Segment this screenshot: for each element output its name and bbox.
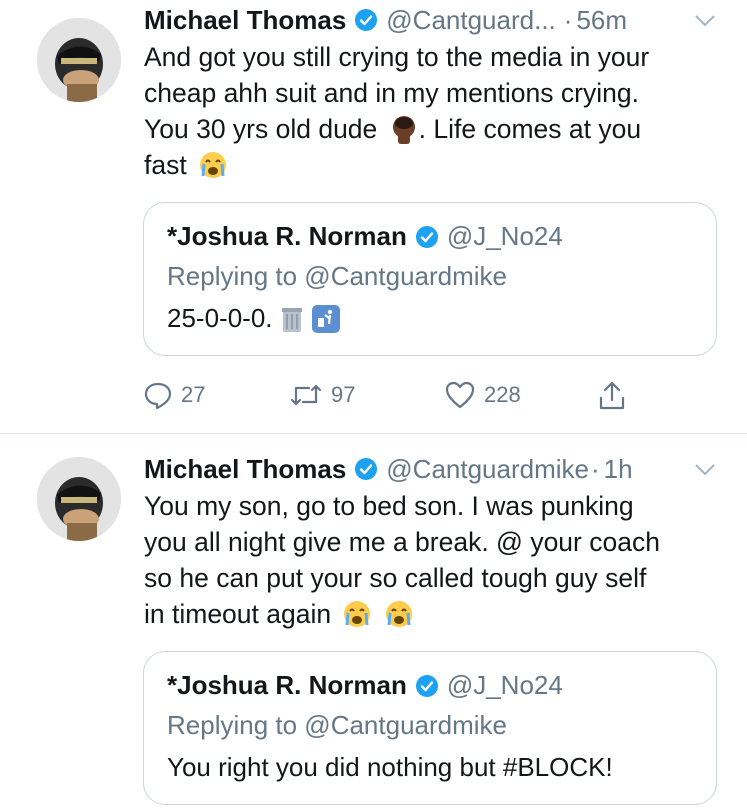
- tweet-text-line: in timeout again: [144, 596, 724, 632]
- replying-to: Replying to @Cantguardmike: [167, 710, 508, 740]
- reply-button[interactable]: 27: [143, 380, 205, 410]
- quoted-tweet[interactable]: *Joshua R. Norman @J_No24 Replying to @C…: [143, 202, 717, 356]
- author-name[interactable]: Michael Thomas: [144, 454, 346, 485]
- verified-badge-icon: [415, 674, 439, 698]
- tweet-text-line: You my son, go to bed son. I was punking: [144, 491, 634, 521]
- tweet-text-line: And got you still crying to the media in…: [144, 42, 650, 72]
- retweet-button[interactable]: 97: [289, 380, 355, 410]
- tweet-text-line: you all night give me a break. @ your co…: [144, 527, 660, 557]
- retweet-icon: [290, 384, 322, 406]
- tweet-text: And got you still crying to the media in…: [144, 39, 724, 183]
- retweet-count: 97: [331, 382, 356, 407]
- tweet-text-line: cheap ahh suit and in my mentions crying…: [144, 78, 639, 108]
- verified-badge-icon: [354, 8, 378, 32]
- verified-badge-icon: [354, 457, 378, 481]
- share-icon: [599, 381, 625, 410]
- separator-dot: ·: [563, 4, 573, 35]
- author-handle[interactable]: @Cantguardmike: [386, 454, 589, 485]
- tweet-text-segment: in timeout again: [144, 599, 332, 629]
- avatar[interactable]: [37, 457, 121, 541]
- chevron-down-icon[interactable]: [694, 463, 716, 477]
- like-count: 228: [484, 382, 521, 407]
- facepalm-emoji-icon: [389, 114, 419, 144]
- quoted-text-segment: 25-0-0-0.: [167, 303, 273, 333]
- avatar[interactable]: [37, 18, 121, 102]
- tweet[interactable]: Michael Thomas @Cantguardmike · 1h You m…: [0, 434, 747, 810]
- quoted-tweet-text: You right you did nothing but #BLOCK!: [167, 752, 613, 782]
- quoted-author-name: *Joshua R. Norman: [167, 221, 407, 251]
- tweet-header: Michael Thomas @Cantguard... · 56m: [144, 3, 627, 37]
- quoted-author-handle: @J_No24: [446, 221, 563, 251]
- timestamp[interactable]: 56m: [576, 5, 627, 36]
- litter-in-bin-emoji-icon: [311, 304, 341, 334]
- share-button[interactable]: [597, 380, 635, 412]
- wastebasket-emoji-icon: [277, 304, 307, 334]
- crying-face-emoji-icon: [198, 150, 228, 180]
- quoted-author-handle: @J_No24: [446, 670, 563, 700]
- heart-icon: [445, 381, 475, 409]
- tweet-text-line: fast: [144, 147, 724, 183]
- tweet-text-line: so he can put your so called tough guy s…: [144, 563, 647, 593]
- timestamp[interactable]: 1h: [604, 454, 633, 485]
- quoted-tweet-header: *Joshua R. Norman @J_No24: [167, 670, 563, 701]
- tweet-text-segment: . Life comes at you: [418, 114, 642, 144]
- chevron-down-icon[interactable]: [694, 14, 716, 28]
- quoted-author-name: *Joshua R. Norman: [167, 670, 407, 700]
- author-handle[interactable]: @Cantguard...: [386, 5, 555, 36]
- quoted-tweet-text: 25-0-0-0.: [167, 303, 341, 334]
- separator-dot: ·: [591, 453, 600, 484]
- tweet-text-segment: You 30 yrs old dude: [144, 114, 378, 144]
- tweet-header: Michael Thomas @Cantguardmike · 1h: [144, 452, 633, 486]
- author-name[interactable]: Michael Thomas: [144, 5, 346, 36]
- tweet-text: You my son, go to bed son. I was punking…: [144, 488, 724, 632]
- replying-to: Replying to @Cantguardmike: [167, 261, 508, 291]
- tweet-text-segment: fast: [144, 150, 187, 180]
- reply-icon: [144, 382, 172, 410]
- quoted-tweet-header: *Joshua R. Norman @J_No24: [167, 221, 563, 252]
- like-button[interactable]: 228: [444, 380, 521, 410]
- tweet[interactable]: Michael Thomas @Cantguard... · 56m And g…: [0, 0, 747, 433]
- tweet-actions: 27 97 228: [0, 380, 747, 416]
- crying-face-emoji-icon: [342, 599, 372, 629]
- verified-badge-icon: [415, 225, 439, 249]
- tweet-text-line: You 30 yrs old dude . Life comes at you: [144, 111, 724, 147]
- crying-face-emoji-icon: [384, 599, 414, 629]
- reply-count: 27: [181, 382, 206, 407]
- quoted-tweet[interactable]: *Joshua R. Norman @J_No24 Replying to @C…: [143, 651, 717, 805]
